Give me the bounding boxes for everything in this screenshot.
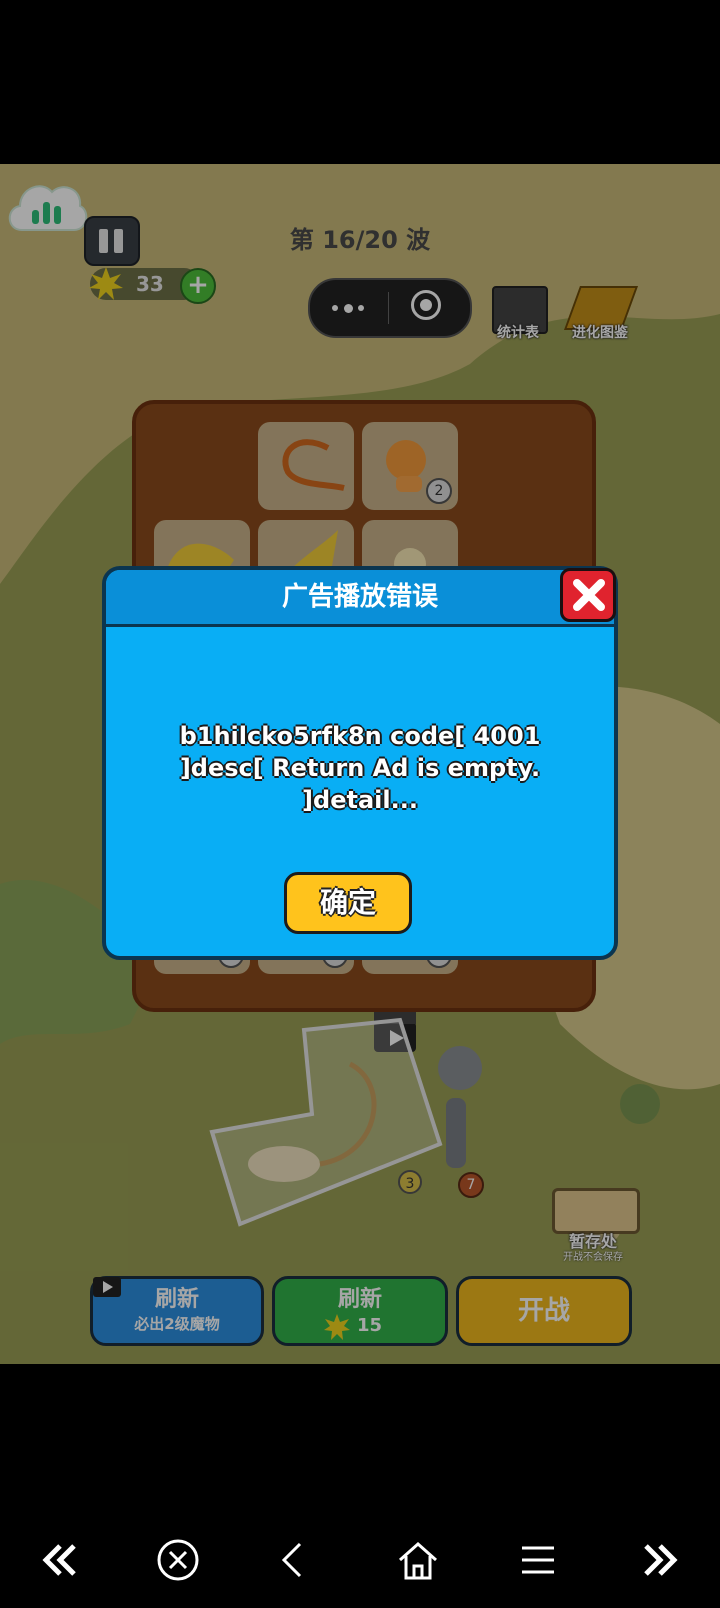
ad-error-dialog: 广告播放错误 b1hilcko5rfk8n code[ 4001 ]desc[ … xyxy=(102,566,618,960)
error-message: b1hilcko5rfk8n code[ 4001 ]desc[ Return … xyxy=(179,722,541,814)
close-icon xyxy=(573,579,605,611)
confirm-button[interactable]: 确定 xyxy=(284,872,412,934)
back-chevron-icon[interactable] xyxy=(272,1538,316,1582)
close-circle-icon[interactable] xyxy=(156,1538,200,1582)
home-icon[interactable] xyxy=(396,1538,440,1582)
double-chevron-right-icon[interactable] xyxy=(638,1538,682,1582)
menu-icon[interactable] xyxy=(516,1538,560,1582)
system-nav-bar xyxy=(0,1510,720,1608)
dialog-title: 广告播放错误 xyxy=(106,570,614,627)
double-chevron-left-icon[interactable] xyxy=(38,1538,82,1582)
close-button[interactable] xyxy=(560,568,616,622)
